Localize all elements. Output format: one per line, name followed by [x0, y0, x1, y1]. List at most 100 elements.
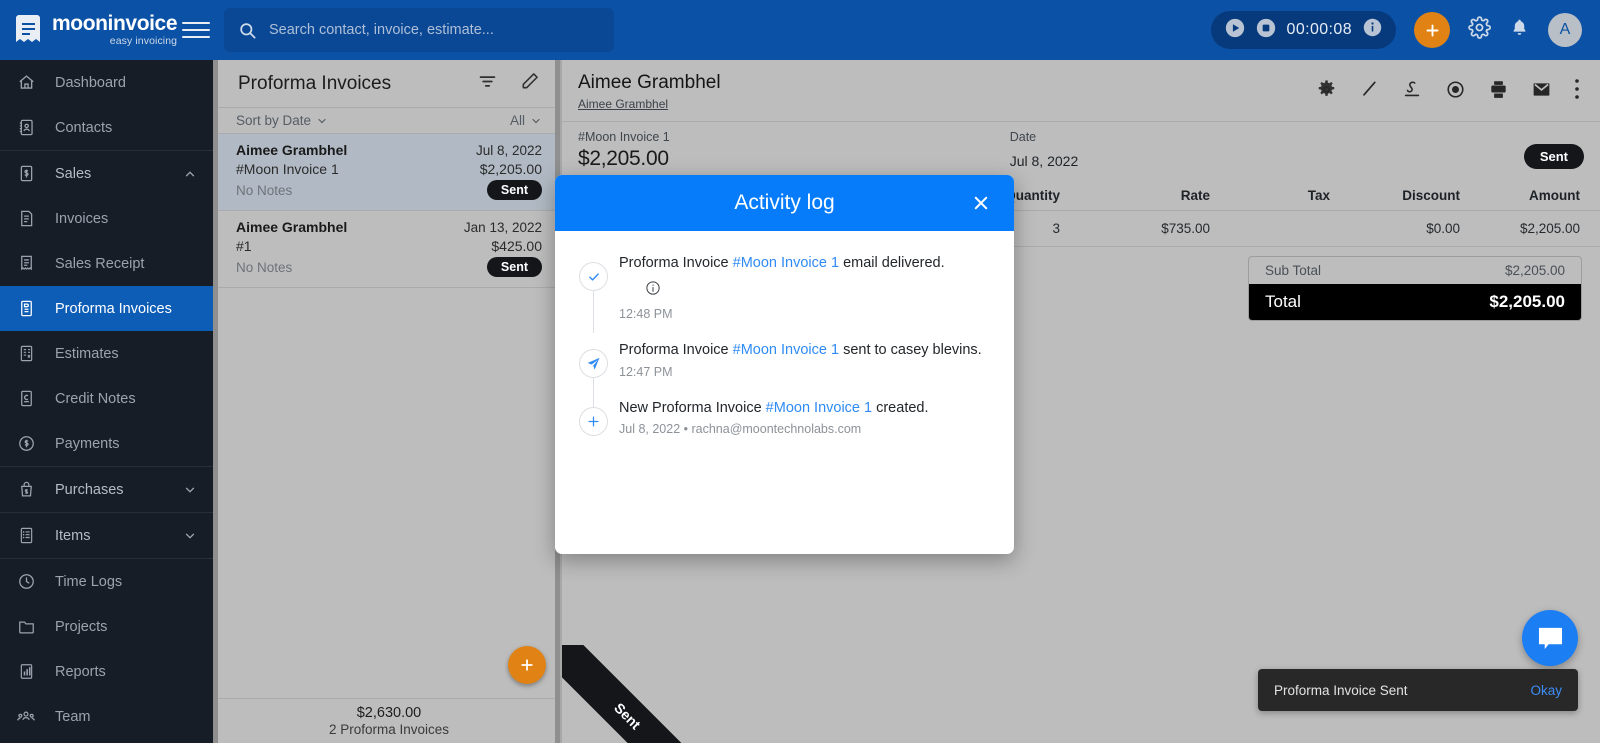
stop-icon[interactable]: [1256, 18, 1276, 43]
list-item-name: Aimee Grambhel: [236, 219, 347, 235]
timeline-gutter: [573, 245, 619, 321]
search-icon: [238, 21, 257, 40]
sidebar-scrollbar-thumb[interactable]: [213, 60, 218, 660]
search-input[interactable]: [269, 22, 600, 38]
sidebar-item-dashboard[interactable]: Dashboard: [0, 60, 213, 105]
subtotal-value: $2,205.00: [1505, 263, 1565, 278]
clock-icon: [14, 572, 38, 591]
add-new-button[interactable]: [1414, 12, 1450, 48]
sidebar-item-payments[interactable]: Payments: [0, 421, 213, 466]
contacts-book-icon: [14, 118, 38, 137]
chat-support-button[interactable]: [1522, 610, 1578, 666]
activity-time: Jul 8, 2022 • rachna@moontechnolabs.com: [619, 422, 990, 436]
list-body: Aimee Grambhel Jul 8, 2022 #Moon Invoice…: [218, 134, 560, 698]
sidebar-item-label: Credit Notes: [55, 391, 136, 407]
sidebar-item-label: Time Logs: [55, 574, 122, 590]
sidebar-item-label: Projects: [55, 619, 107, 635]
detail-date-col: Date Jul 8, 2022: [1010, 130, 1079, 171]
activity-log-modal: Activity log Proforma Invoice #Moon Invo…: [555, 175, 1014, 554]
app-root: mooninvoice easy invoicing: [0, 0, 1600, 743]
total-label: Total: [1265, 292, 1301, 312]
list-item-notes: No Notes: [236, 183, 292, 198]
info-circle-icon[interactable]: [645, 280, 661, 301]
sidebar-item-invoices[interactable]: Invoices: [0, 196, 213, 241]
status-filter-dropdown[interactable]: All: [510, 113, 542, 128]
modal-title: Activity log: [734, 191, 834, 215]
eye-icon[interactable]: [1445, 79, 1466, 105]
timeline-connector: [593, 291, 594, 333]
activity-time: 12:48 PM: [619, 307, 990, 321]
sidebar-item-contacts[interactable]: Contacts: [0, 105, 213, 150]
close-icon[interactable]: [970, 192, 992, 214]
detail-title: Aimee Grambhel: [578, 72, 721, 94]
sidebar-item-time-logs[interactable]: Time Logs: [0, 559, 213, 604]
list-item[interactable]: Aimee Grambhel Jul 8, 2022 #Moon Invoice…: [218, 134, 560, 211]
more-vertical-icon[interactable]: [1574, 78, 1580, 105]
list-footer: $2,630.00 2 Proforma Invoices: [218, 698, 560, 743]
list-item-date: Jan 13, 2022: [464, 220, 542, 235]
team-icon: [14, 707, 38, 727]
column-amount: Amount: [1460, 188, 1580, 203]
detail-actions: [1316, 72, 1580, 105]
list-item-amount: $425.00: [491, 238, 542, 254]
sort-by-date-dropdown[interactable]: Sort by Date: [236, 113, 328, 128]
filter-icon[interactable]: [477, 71, 498, 97]
top-bar: mooninvoice easy invoicing: [0, 0, 1600, 60]
sidebar-item-team[interactable]: Team: [0, 694, 213, 739]
sidebar-scrollbar[interactable]: [213, 60, 218, 743]
invoice-link[interactable]: #Moon Invoice 1: [766, 400, 872, 416]
activity-time: 12:47 PM: [619, 365, 990, 379]
sidebar-item-label: Items: [55, 528, 90, 544]
sidebar-item-label: Sales: [55, 166, 91, 182]
search-input-wrapper[interactable]: [224, 8, 614, 52]
cell-amount: $2,205.00: [1460, 221, 1580, 236]
chevron-down-icon: [316, 115, 328, 127]
brand-tagline: easy invoicing: [52, 36, 177, 47]
sales-doc-icon: [14, 164, 38, 183]
sidebar-item-sales[interactable]: Sales: [0, 151, 213, 196]
info-icon[interactable]: [1363, 18, 1382, 42]
chat-bubble-icon: [1537, 626, 1564, 651]
invoice-link[interactable]: #Moon Invoice 1: [733, 342, 839, 358]
check-icon: [579, 262, 608, 291]
column-tax: Tax: [1210, 188, 1330, 203]
gear-icon[interactable]: [1468, 16, 1491, 44]
sort-label: Sort by Date: [236, 113, 311, 128]
proforma-icon: [14, 299, 38, 318]
invoice-link[interactable]: #Moon Invoice 1: [733, 255, 839, 271]
sidebar-item-purchases[interactable]: Purchases: [0, 467, 213, 512]
sidebar-item-sales-receipt[interactable]: Sales Receipt: [0, 241, 213, 286]
toast-okay-button[interactable]: Okay: [1530, 683, 1562, 698]
sidebar-item-estimates[interactable]: Estimates: [0, 331, 213, 376]
signature-icon[interactable]: [1401, 78, 1423, 105]
list-item[interactable]: Aimee Grambhel Jan 13, 2022 #1 $425.00 N…: [218, 211, 560, 288]
brand-logo-area[interactable]: mooninvoice easy invoicing: [0, 13, 178, 47]
modal-body: Proforma Invoice #Moon Invoice 1 email d…: [555, 231, 1014, 461]
activity-text-before: Proforma Invoice: [619, 255, 733, 271]
pencil-icon[interactable]: [1359, 79, 1379, 104]
play-icon[interactable]: [1225, 18, 1245, 43]
invoice-icon: [14, 209, 38, 228]
sidebar-item-label: Team: [55, 709, 90, 725]
sidebar-item-proforma-invoices[interactable]: Proforma Invoices: [0, 286, 213, 331]
printer-icon[interactable]: [1488, 79, 1509, 105]
gear-icon[interactable]: [1316, 79, 1337, 105]
detail-contact-link[interactable]: Aimee Grambhel: [578, 97, 668, 111]
bell-icon[interactable]: [1509, 17, 1530, 43]
sidebar-item-reports[interactable]: Reports: [0, 649, 213, 694]
sidebar-item-credit-notes[interactable]: Credit Notes: [0, 376, 213, 421]
activity-entry-body: Proforma Invoice #Moon Invoice 1 sent to…: [619, 332, 990, 379]
add-proforma-invoice-button[interactable]: [508, 646, 546, 684]
sidebar-item-items[interactable]: Items: [0, 513, 213, 558]
list-header: Proforma Invoices: [218, 60, 560, 108]
pencil-icon[interactable]: [520, 71, 540, 96]
chevron-down-icon: [183, 529, 197, 543]
avatar[interactable]: A: [1548, 13, 1582, 47]
hamburger-menu-icon[interactable]: [182, 17, 210, 43]
activity-entry-body: Proforma Invoice #Moon Invoice 1 email d…: [619, 245, 990, 321]
sidebar-item-projects[interactable]: Projects: [0, 604, 213, 649]
chevron-down-icon: [183, 483, 197, 497]
list-item-number: #Moon Invoice 1: [236, 161, 339, 177]
time-tracker-widget[interactable]: 00:00:08: [1211, 11, 1396, 49]
envelope-icon[interactable]: [1531, 79, 1552, 105]
